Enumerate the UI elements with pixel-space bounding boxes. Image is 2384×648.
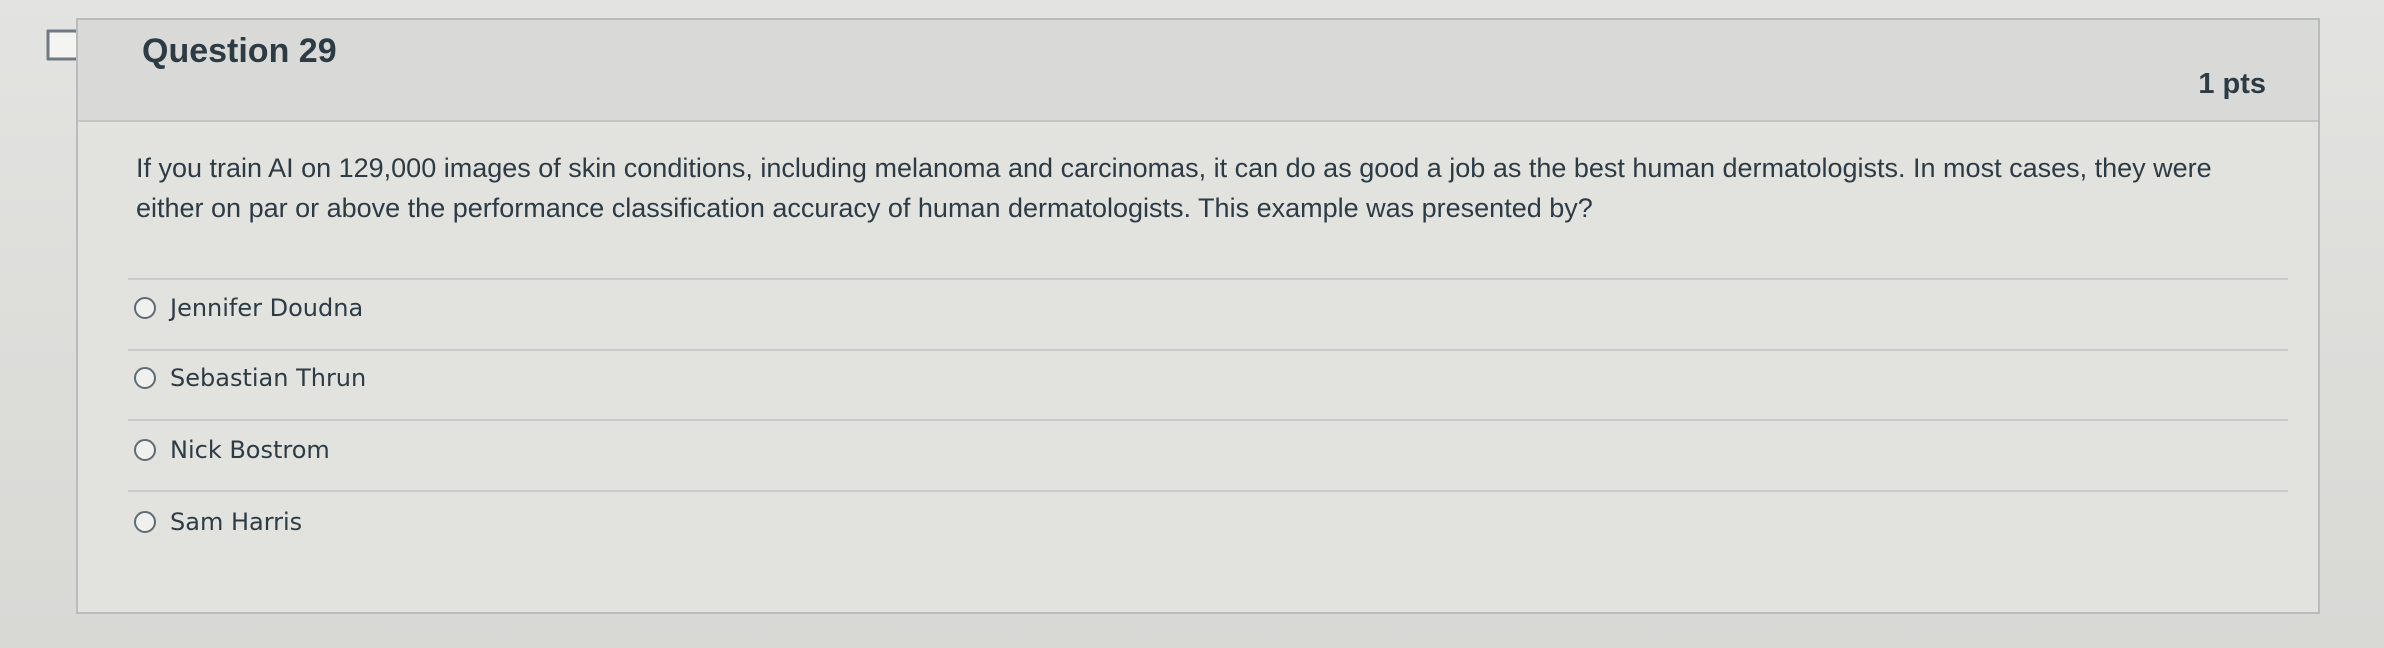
radio-button-icon[interactable] bbox=[134, 439, 156, 461]
answer-divider bbox=[128, 349, 2288, 351]
radio-button-icon[interactable] bbox=[134, 511, 156, 533]
radio-button-icon[interactable] bbox=[134, 297, 156, 319]
answer-option-sebastian-thrun[interactable]: Sebastian Thrun bbox=[134, 358, 366, 398]
question-card: Question 29 1 pts If you train AI on 129… bbox=[76, 18, 2320, 614]
answer-divider bbox=[128, 419, 2288, 421]
question-header: Question 29 1 pts bbox=[78, 20, 2318, 122]
points-value: 1 pts bbox=[2198, 68, 2266, 100]
answer-divider bbox=[128, 278, 2288, 280]
question-title: Question 29 bbox=[142, 32, 337, 70]
answer-label: Jennifer Doudna bbox=[170, 294, 364, 322]
answer-label: Sebastian Thrun bbox=[170, 364, 367, 392]
answer-label: Sam Harris bbox=[170, 508, 303, 536]
answer-option-jennifer-doudna[interactable]: Jennifer Doudna bbox=[134, 288, 363, 328]
answer-option-nick-bostrom[interactable]: Nick Bostrom bbox=[134, 430, 330, 470]
answer-label: Nick Bostrom bbox=[170, 436, 330, 464]
question-text: If you train AI on 129,000 images of ski… bbox=[136, 153, 2212, 223]
answer-option-sam-harris[interactable]: Sam Harris bbox=[134, 502, 302, 542]
radio-button-icon[interactable] bbox=[134, 367, 156, 389]
answer-divider bbox=[128, 490, 2288, 492]
